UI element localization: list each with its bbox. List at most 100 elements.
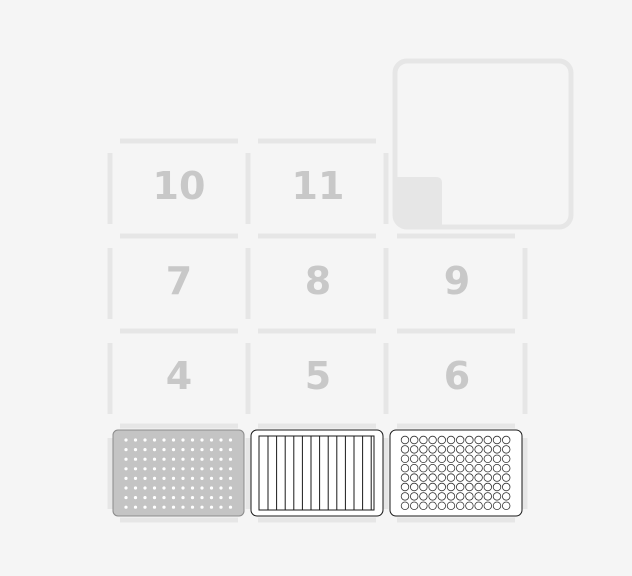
tip: [181, 476, 185, 480]
tip: [181, 467, 185, 471]
tip: [228, 496, 233, 500]
deck-slot-11[interactable]: 11: [258, 138, 389, 224]
tip: [152, 467, 157, 471]
trash-bin[interactable]: [392, 58, 574, 230]
tip: [152, 496, 157, 500]
tip: [162, 457, 166, 461]
tip: [152, 438, 157, 442]
tip: [200, 448, 204, 452]
tip: [200, 457, 204, 461]
tip: [124, 438, 128, 442]
tip: [143, 476, 147, 480]
tip: [219, 496, 223, 500]
tip: [219, 457, 223, 461]
tip: [171, 467, 176, 471]
tip: [228, 457, 233, 461]
tip: [124, 467, 128, 471]
tip: [152, 448, 157, 452]
tip: [209, 496, 214, 500]
tip: [162, 467, 166, 471]
tip: [190, 505, 195, 509]
tip: [162, 448, 166, 452]
tip: [228, 467, 233, 471]
tip: [228, 438, 233, 442]
tip: [181, 448, 185, 452]
tip: [171, 496, 176, 500]
tip: [190, 467, 195, 471]
tip: [209, 448, 214, 452]
slot-label: 9: [444, 259, 470, 303]
tip: [209, 476, 214, 480]
tip: [143, 505, 147, 509]
deck-slot-4[interactable]: 4: [107, 328, 251, 414]
deck-slot-5[interactable]: 5: [258, 328, 389, 414]
tip: [181, 496, 185, 500]
tip: [152, 505, 157, 509]
tip: [200, 467, 204, 471]
slot-label: 8: [305, 259, 331, 303]
tip: [190, 496, 195, 500]
tip: [219, 448, 223, 452]
tip: [219, 467, 223, 471]
tip: [219, 476, 223, 480]
tip: [162, 505, 166, 509]
tip: [219, 438, 223, 442]
tip: [171, 448, 176, 452]
tip: [171, 476, 176, 480]
tip: [162, 496, 166, 500]
tip: [228, 505, 233, 509]
tip: [219, 505, 223, 509]
tip: [124, 448, 128, 452]
tip: [171, 457, 176, 461]
tip: [124, 505, 128, 509]
tip: [133, 496, 138, 500]
slot-label: 10: [153, 164, 206, 208]
deck-slot-6[interactable]: 6: [397, 328, 528, 414]
tip: [143, 467, 147, 471]
tip: [133, 476, 138, 480]
labware-slot-2-reservoir[interactable]: [250, 429, 384, 517]
deck-slot-7[interactable]: 7: [107, 233, 251, 319]
slot-label: 6: [444, 354, 470, 398]
tip: [190, 476, 195, 480]
tip: [162, 438, 166, 442]
tip: [133, 448, 138, 452]
deck-slot-8[interactable]: 8: [258, 233, 389, 319]
tip: [181, 486, 185, 490]
tip: [219, 486, 223, 490]
tip: [124, 457, 128, 461]
slot-label: 7: [166, 259, 192, 303]
tip: [133, 505, 138, 509]
tip: [200, 438, 204, 442]
tip: [124, 496, 128, 500]
tip: [162, 476, 166, 480]
tip: [143, 457, 147, 461]
deck-slot-10[interactable]: 10: [107, 138, 251, 224]
tip: [143, 448, 147, 452]
labware-slot-1-tiprack[interactable]: [112, 429, 245, 517]
tip: [209, 486, 214, 490]
tip: [209, 505, 214, 509]
deck-slot-9[interactable]: 9: [397, 233, 528, 319]
tip: [181, 505, 185, 509]
tip: [228, 486, 233, 490]
tip: [181, 457, 185, 461]
tip: [200, 476, 204, 480]
tip: [133, 486, 138, 490]
tip: [200, 486, 204, 490]
slot-label: 11: [292, 164, 345, 208]
tip: [228, 448, 233, 452]
labware-slot-3-well-plate[interactable]: [389, 429, 523, 517]
tip: [152, 486, 157, 490]
tip: [190, 457, 195, 461]
tip: [124, 486, 128, 490]
tip: [209, 457, 214, 461]
tip: [162, 486, 166, 490]
tip: [133, 457, 138, 461]
tip: [209, 438, 214, 442]
tip: [124, 476, 128, 480]
tip: [152, 476, 157, 480]
tip: [171, 486, 176, 490]
tip: [171, 438, 176, 442]
tip: [133, 467, 138, 471]
